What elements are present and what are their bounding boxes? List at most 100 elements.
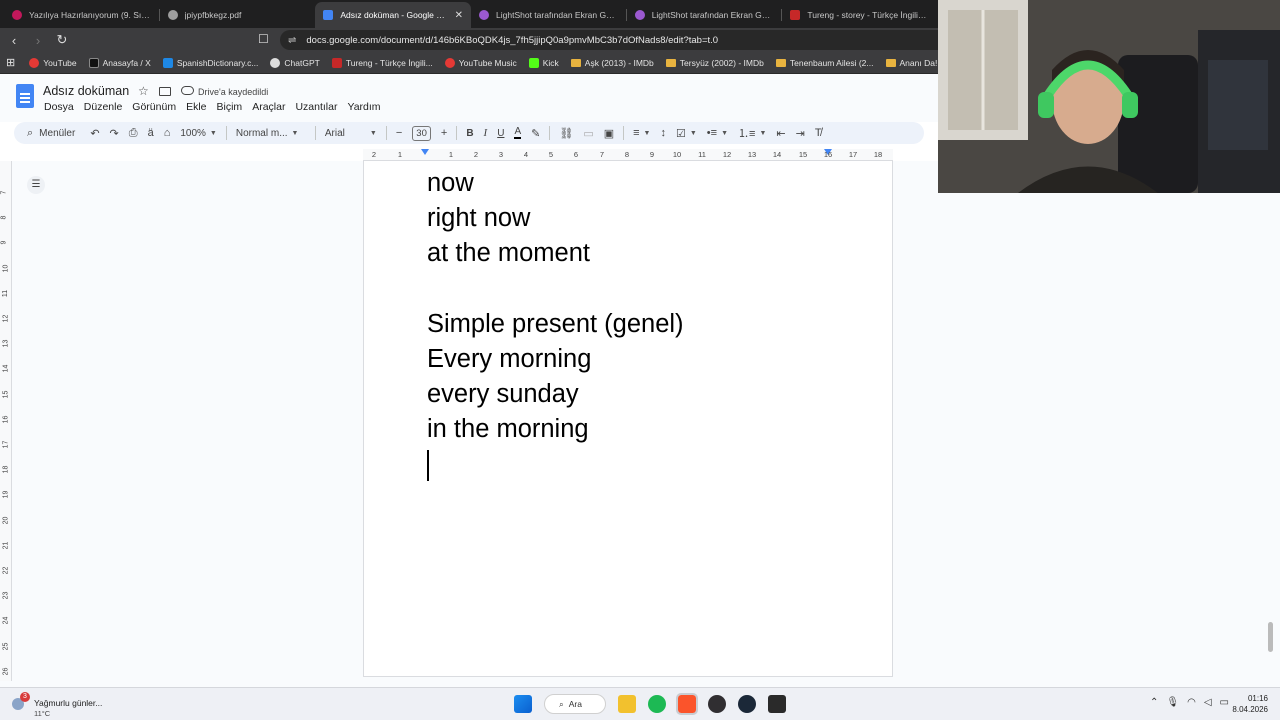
bookmark-youtube-music[interactable]: YouTube Music (444, 57, 517, 68)
bold-button[interactable]: B (466, 128, 473, 139)
bookmark-spanishdict[interactable]: SpanishDictionary.c... (162, 57, 258, 68)
document-line[interactable]: every sunday (427, 380, 579, 409)
vruler-tick-label: 7 (0, 190, 8, 195)
bookmark-imdb[interactable]: Aşk (2013) - IMDb (570, 58, 654, 68)
epic-games-icon[interactable] (768, 695, 786, 713)
brave-browser-icon[interactable] (676, 693, 698, 715)
menu-bar: Dosya Düzenle Görünüm Ekle Biçim Araçlar… (44, 101, 391, 113)
print-icon[interactable]: ⎙ (129, 127, 138, 140)
document-line[interactable]: Simple present (genel) (427, 310, 684, 339)
bookmark-tureng[interactable]: Tureng - Türkçe İngili... (331, 57, 433, 68)
taskbar-search[interactable]: ⌕ Ara (544, 694, 606, 714)
chevron-up-icon[interactable]: ⌃ (1150, 697, 1158, 708)
checklist-icon[interactable]: ☑ ▼ (676, 127, 697, 140)
reload-button[interactable]: ↻ (52, 32, 72, 48)
browser-tab[interactable]: Yazılıya Hazırlanıyorum (9. Sınıf) OGM (4, 2, 160, 28)
obs-icon[interactable] (708, 695, 726, 713)
align-icon[interactable]: ≡ ▼ (633, 127, 650, 139)
document-line[interactable]: in the morning (427, 415, 589, 444)
zoom-select[interactable]: 100% ▼ (180, 128, 217, 139)
undo-icon[interactable]: ↶ (90, 127, 99, 140)
tab-favicon-icon (790, 10, 801, 20)
bookmark-youtube[interactable]: YouTube (29, 57, 77, 68)
style-select[interactable]: Normal m... ▼ (236, 128, 306, 139)
taskbar-clock[interactable]: 01:16 8.04.2026 (1226, 693, 1268, 715)
ruler-tick-label: 14 (772, 150, 782, 159)
line-spacing-icon[interactable]: ↕ (660, 127, 666, 139)
microphone-icon[interactable]: 🎙 (1166, 697, 1179, 708)
paint-format-icon[interactable]: ⌂ (164, 127, 171, 139)
browser-tab[interactable]: LightShot tarafından Ekran Görüntüsü (471, 2, 627, 28)
bulleted-list-icon[interactable]: •≡ ▼ (707, 127, 728, 139)
browser-tab[interactable]: jpiypfbkegz.pdf (160, 2, 316, 28)
document-line[interactable]: now (427, 169, 474, 198)
increase-font-size-button[interactable]: + (441, 127, 447, 139)
decrease-font-size-button[interactable]: − (396, 127, 402, 139)
tab-label: Adsız doküman - Google Dokümanlar (340, 10, 450, 20)
browser-tab-active[interactable]: Adsız doküman - Google Dokümanlar ✕ (315, 2, 472, 28)
menu-format[interactable]: Biçim (217, 101, 243, 113)
browser-tab[interactable]: Tureng - storey - Türkçe İngilizce (782, 2, 938, 28)
file-explorer-icon[interactable] (618, 695, 636, 713)
menu-extensions[interactable]: Uzantılar (295, 101, 337, 113)
document-page[interactable]: now right now at the moment Simple prese… (363, 161, 893, 677)
bookmark-x[interactable]: Anasayfa / X (88, 57, 151, 68)
steam-icon[interactable] (738, 695, 756, 713)
apps-icon[interactable]: ⊞ (6, 56, 15, 69)
text-color-button[interactable]: A (514, 127, 522, 139)
document-outline-icon[interactable]: ☰ (27, 176, 45, 194)
document-line[interactable]: at the moment (427, 239, 590, 268)
clear-formatting-icon[interactable]: T̸ (815, 127, 822, 139)
spotify-icon[interactable] (648, 695, 666, 713)
tab-close-icon[interactable]: ✕ (455, 10, 463, 21)
insert-image-icon[interactable]: ▣ (604, 127, 614, 140)
wifi-icon[interactable]: ◠ (1187, 697, 1196, 708)
font-size-input[interactable]: 30 (412, 125, 431, 141)
forward-button[interactable]: › (28, 33, 48, 48)
numbered-list-icon[interactable]: ⒈≡ ▼ (738, 125, 766, 141)
bookmark-imdb[interactable]: Tenenbaum Ailesi (2... (775, 58, 874, 68)
menu-file[interactable]: Dosya (44, 101, 74, 113)
star-icon[interactable]: ☆ (138, 84, 149, 98)
system-tray: ⌃ 🎙 ◠ ◁ ▭ (1150, 697, 1237, 708)
volume-icon[interactable]: ◁ (1204, 697, 1212, 708)
font-select[interactable]: Arial ▼ (325, 128, 377, 139)
move-folder-icon[interactable] (159, 87, 171, 96)
windows-start-icon[interactable] (514, 695, 532, 713)
spellcheck-icon[interactable]: ä (148, 127, 154, 139)
document-line[interactable]: right now (427, 204, 530, 233)
insert-link-icon[interactable]: ⛓ (559, 127, 573, 140)
address-bar[interactable]: ⇌ docs.google.com/document/d/146b6KBoQDK… (280, 30, 938, 50)
menu-search[interactable]: ⌕ Menüler (27, 127, 75, 140)
redo-icon[interactable]: ↷ (110, 127, 119, 140)
site-info-icon[interactable]: ⇌ (288, 35, 296, 46)
weather-temperature: 11°C (34, 709, 51, 718)
bookmark-chatgpt[interactable]: ChatGPT (270, 57, 320, 68)
menu-help[interactable]: Yardım (347, 101, 380, 113)
add-comment-icon[interactable]: ▭ (583, 127, 593, 140)
document-line[interactable]: Every morning (427, 345, 591, 374)
webcam-overlay (938, 0, 1280, 193)
bookmark-kick[interactable]: Kick (528, 57, 559, 68)
decrease-indent-icon[interactable]: ⇤ (776, 127, 785, 140)
back-button[interactable]: ‹ (4, 33, 24, 48)
document-title[interactable]: Adsız doküman (43, 84, 129, 98)
menu-edit[interactable]: Düzenle (84, 101, 123, 113)
scrollbar-thumb[interactable] (1268, 622, 1273, 652)
increase-indent-icon[interactable]: ⇥ (796, 127, 805, 140)
chevron-down-icon: ▼ (721, 129, 729, 137)
highlight-color-icon[interactable]: ✎ (531, 127, 540, 140)
chatgpt-icon (270, 57, 281, 68)
left-indent-marker[interactable] (421, 149, 429, 155)
underline-button[interactable]: U (497, 128, 504, 139)
docs-logo-icon[interactable] (16, 84, 34, 108)
menu-insert[interactable]: Ekle (186, 101, 206, 113)
webcam-feed (938, 0, 1280, 193)
bookmark-icon[interactable]: ☐ (258, 32, 269, 46)
menu-view[interactable]: Görünüm (132, 101, 176, 113)
vruler-tick-label: 15 (2, 390, 10, 398)
bookmark-imdb[interactable]: Tersyüz (2002) - IMDb (665, 58, 764, 68)
italic-button[interactable]: I (484, 127, 488, 139)
browser-tab[interactable]: LightShot tarafından Ekran Görüntüsü (627, 2, 783, 28)
menu-tools[interactable]: Araçlar (252, 101, 285, 113)
